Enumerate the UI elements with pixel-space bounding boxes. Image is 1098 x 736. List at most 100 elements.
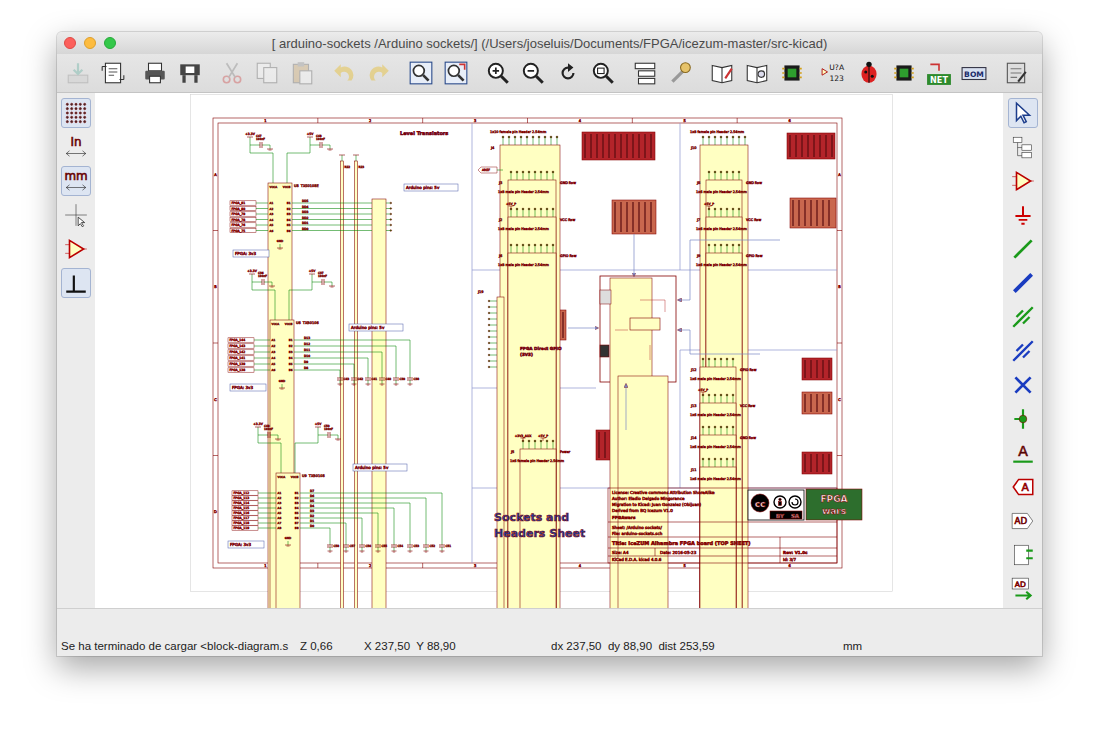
bus-button[interactable] [1008,268,1038,298]
page-settings-button[interactable] [98,58,128,88]
hier-nav-button[interactable] [1008,132,1038,162]
schematic-sheet[interactable]: 112233445566AABBCCDDLevel Translators+3.… [95,93,1003,608]
svg-text:B5: B5 [295,511,299,515]
select-button[interactable] [1008,98,1038,128]
wire-entry-button[interactable] [1008,302,1038,332]
svg-text:B7: B7 [295,521,299,525]
no-connect-icon [1010,372,1036,398]
svg-text:Arduino pins: 5v: Arduino pins: 5v [406,185,440,190]
cursor-button[interactable] [61,200,91,230]
svg-text:B6: B6 [289,368,293,372]
wire-angle-button[interactable] [61,268,91,298]
units-inch-button[interactable]: In [61,132,91,162]
annotate-button[interactable]: U?A123 [819,58,849,88]
plot-button[interactable] [175,58,205,88]
redraw-button[interactable] [553,58,583,88]
no-connect-button[interactable] [1008,370,1038,400]
svg-text:AREF: AREF [482,168,490,172]
section-title: Level Translators [400,130,448,136]
svg-text:FPGA_138: FPGA_138 [230,368,246,372]
component-button[interactable] [1008,166,1038,196]
svg-text:BY: BY [776,513,785,519]
bus-entry-button[interactable] [1008,336,1038,366]
save-button[interactable] [63,58,93,88]
net-label-icon: A [1010,440,1036,466]
header-render [802,392,832,414]
svg-text:FPGA_114: FPGA_114 [234,501,250,505]
wire-icon [1010,236,1036,262]
svg-text:C42: C42 [358,377,364,381]
svg-text:C53: C53 [414,544,420,548]
grid-button[interactable] [61,98,91,128]
gpio-header[interactable]: J19FPGA Direct GPIO(3V3) [477,290,562,608]
global-label-button[interactable]: A [1008,472,1038,502]
svg-text:3: 3 [474,564,476,568]
lib-browser-icon [744,60,770,86]
svg-text:A3: A3 [272,350,276,354]
svg-text:B2: B2 [287,207,291,211]
svg-text:Arduino pins: 5v: Arduino pins: 5v [351,325,385,330]
assign-fp-icon [891,60,917,86]
find-button[interactable] [406,58,436,88]
pcbnew-button[interactable] [1001,58,1031,88]
zoom-in-button[interactable] [483,58,513,88]
print-button[interactable] [140,58,170,88]
bom-button[interactable]: BOM [959,58,989,88]
erc-button[interactable] [854,58,884,88]
units-mm-icon: mm [63,168,89,194]
junction-button[interactable] [1008,404,1038,434]
toolbar-group [329,58,394,88]
header-render [582,132,655,160]
hidden-pins-button[interactable] [61,234,91,264]
assign-fp-button[interactable] [889,58,919,88]
units-mm-button[interactable]: mm [61,166,91,196]
svg-text:Derived from BQ Icezum V1.0: Derived from BQ Icezum V1.0 [612,508,673,513]
hier-label-button[interactable]: AD [1008,506,1038,536]
svg-text:2: 2 [369,119,371,123]
undo-button[interactable] [329,58,359,88]
footprint-button[interactable] [777,58,807,88]
level-translator[interactable]: +3.3VC36100nF+5VC37100nFVCCAVCCBGNDU6TXB… [228,269,419,608]
import-pin-button[interactable]: AD [1008,574,1038,604]
paste-button[interactable] [287,58,317,88]
netlist-button[interactable]: NET [924,58,954,88]
svg-text:6: 6 [788,119,791,123]
svg-text:B4: B4 [289,356,293,360]
svg-text:5: 5 [684,119,686,123]
copy-button[interactable] [252,58,282,88]
leave-sheet-button[interactable] [665,58,695,88]
svg-text:FPGA_144: FPGA_144 [230,338,246,342]
leave-sheet-icon [667,60,693,86]
minimize-button[interactable] [84,37,96,49]
svg-text:VCCB: VCCB [285,322,293,326]
hier-sheet-icon [1010,542,1036,568]
toolbar-group [63,58,128,88]
svg-text:FPGA: 3v3: FPGA: 3v3 [230,542,251,547]
net-label-button[interactable]: A [1008,438,1038,468]
cut-button[interactable] [217,58,247,88]
close-button[interactable] [64,37,76,49]
zoom-out-button[interactable] [518,58,548,88]
find-replace-button[interactable] [441,58,471,88]
zoom-button[interactable] [104,37,116,49]
lib-browser-button[interactable] [742,58,772,88]
level-translator[interactable]: +3.3VC47100nF+5VC48100nFR22R23VCCAVCCBGN… [230,132,458,608]
toolbar-group [406,58,471,88]
level-translator[interactable]: +3.3VC49100nF+5VC50100nFVCCAVCCBGNDU9TXB… [228,422,451,608]
wire-button[interactable] [1008,234,1038,264]
schematic-canvas[interactable]: 112233445566AABBCCDDLevel Translators+3.… [95,93,1003,608]
svg-text:6: 6 [788,564,791,568]
pin-header[interactable]: J111x6 male pin Header 2.54mm [690,458,741,608]
svg-text:A: A [1018,443,1028,459]
power-button[interactable] [1008,200,1038,230]
zoom-fit-button[interactable] [588,58,618,88]
svg-text:U6TXB0106: U6TXB0106 [296,321,319,325]
svg-text:FPGA_80: FPGA_80 [232,207,246,211]
hier-sheet-button[interactable] [1008,540,1038,570]
svg-text:D10: D10 [304,354,310,358]
svg-text:+5V: +5V [307,132,315,136]
lib-editor-button[interactable] [707,58,737,88]
sheet-title: Headers Sheet [494,527,585,540]
hierarchy-button[interactable] [630,58,660,88]
redo-button[interactable] [364,58,394,88]
